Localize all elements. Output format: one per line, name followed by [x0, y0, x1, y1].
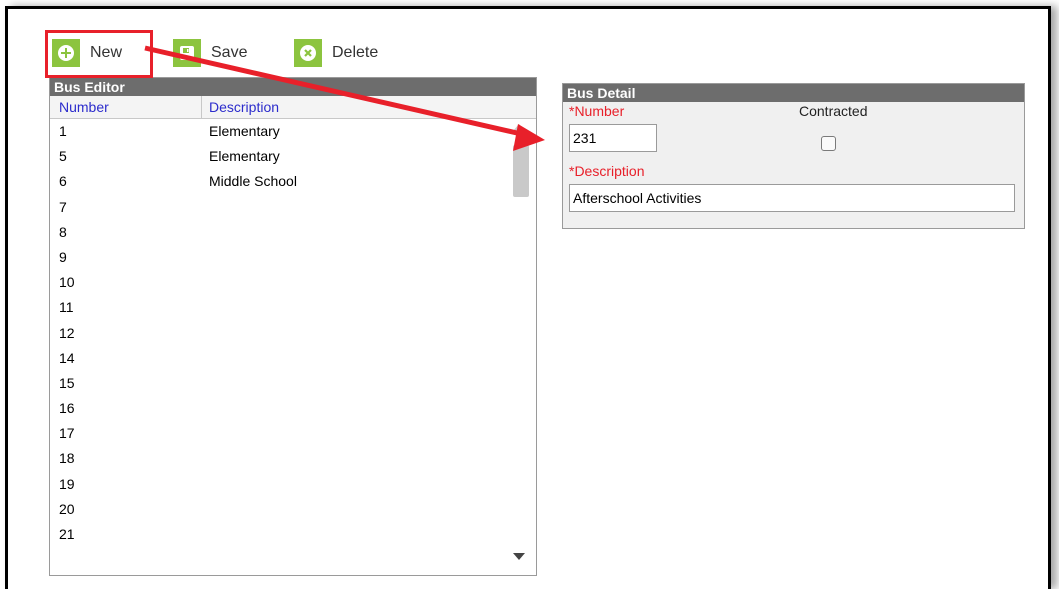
row-description: [201, 421, 209, 446]
row-description: [201, 245, 209, 270]
table-row[interactable]: 5 Elementary: [50, 144, 508, 169]
table-row[interactable]: 12: [50, 321, 508, 346]
row-number: 18: [59, 450, 75, 467]
toolbar: New Save Delete: [8, 9, 1048, 75]
table-row[interactable]: 21: [50, 522, 508, 547]
row-number: 7: [59, 198, 67, 215]
row-number: 6: [59, 173, 67, 190]
row-number: 12: [59, 324, 75, 341]
scroll-up-icon[interactable]: [513, 124, 525, 131]
table-row[interactable]: 11: [50, 295, 508, 320]
scroll-down-icon[interactable]: [513, 553, 525, 560]
table-row[interactable]: 19: [50, 472, 508, 497]
bus-editor-columns: Number Description: [50, 96, 536, 119]
row-number: 11: [59, 299, 74, 316]
table-row[interactable]: 15: [50, 371, 508, 396]
description-field[interactable]: Afterschool Activities: [569, 184, 1015, 212]
description-label: *Description: [569, 163, 645, 179]
row-number: 20: [59, 500, 75, 517]
save-button[interactable]: Save: [173, 37, 247, 69]
row-description: [201, 497, 209, 522]
scrollbar[interactable]: [510, 119, 529, 567]
table-row[interactable]: 16: [50, 396, 508, 421]
row-number: 1: [59, 123, 67, 139]
row-number: 17: [59, 425, 75, 442]
table-row[interactable]: 17: [50, 421, 508, 446]
bus-editor-title: Bus Editor: [50, 78, 536, 96]
delete-button[interactable]: Delete: [294, 37, 378, 69]
delete-x-icon: [294, 39, 322, 67]
row-number: 8: [59, 223, 67, 240]
new-button-highlight: [45, 30, 153, 78]
table-row[interactable]: 10: [50, 270, 508, 295]
delete-button-label: Delete: [332, 44, 379, 61]
column-header-description[interactable]: Description: [202, 96, 279, 118]
table-row[interactable]: 18: [50, 446, 508, 471]
table-row[interactable]: 1 Elementary: [50, 119, 508, 144]
row-description: [201, 472, 209, 497]
row-number: 5: [59, 148, 67, 165]
window-frame: New Save Delete Bus Editor Number Descri…: [5, 6, 1051, 589]
row-description: [201, 220, 209, 245]
row-number: 10: [59, 274, 75, 291]
row-description: [201, 522, 209, 547]
row-description: [201, 195, 209, 220]
row-description: [201, 295, 209, 320]
table-row[interactable]: 9: [50, 245, 508, 270]
row-number: 19: [59, 475, 75, 492]
scroll-thumb[interactable]: [513, 145, 529, 197]
row-description: [201, 270, 209, 295]
row-description: Elementary: [209, 148, 280, 165]
table-row[interactable]: 6 Middle School: [50, 169, 508, 194]
row-description: Middle School: [209, 173, 297, 190]
bus-list: 1 Elementary 5 Elementary 6 Middle School 7 8 9 1…: [50, 119, 508, 547]
contracted-checkbox[interactable]: [821, 136, 836, 151]
number-field[interactable]: 231: [569, 124, 657, 152]
row-number: 16: [59, 400, 75, 417]
row-description: [201, 371, 209, 396]
table-row[interactable]: 14: [50, 346, 508, 371]
save-icon: [173, 39, 201, 67]
save-button-label: Save: [211, 44, 248, 61]
table-row[interactable]: 20: [50, 497, 508, 522]
bus-detail-title: Bus Detail: [563, 84, 1024, 102]
bus-detail-panel: Bus Detail *Number Contracted 231 *Descr…: [562, 83, 1025, 229]
row-description: [201, 396, 209, 421]
row-number: 14: [59, 349, 75, 366]
row-description: [201, 446, 209, 471]
table-row[interactable]: 8: [50, 220, 508, 245]
number-label: *Number: [569, 103, 625, 119]
row-number: 21: [59, 526, 75, 542]
column-header-number[interactable]: Number: [50, 96, 202, 118]
bus-editor-panel: Bus Editor Number Description 1 Elementar…: [49, 77, 537, 576]
row-number: 15: [59, 374, 75, 391]
row-number: 9: [59, 248, 67, 265]
row-description: Elementary: [209, 123, 280, 139]
table-row[interactable]: 7: [50, 195, 508, 220]
contracted-label: Contracted: [799, 103, 868, 119]
row-description: [201, 346, 209, 371]
row-description: [201, 321, 209, 346]
